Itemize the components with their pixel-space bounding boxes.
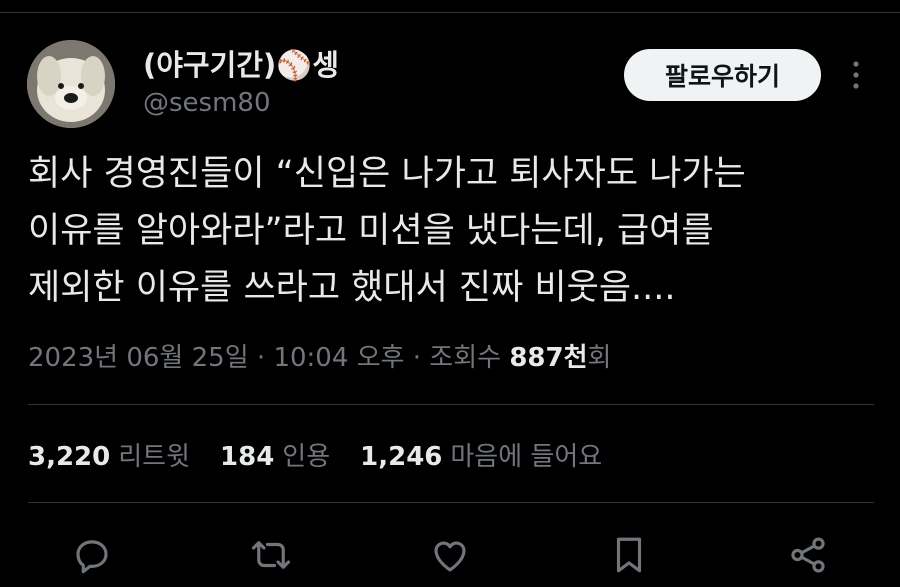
retweet-count: 3,220 [28,442,111,472]
views-count[interactable]: 887천 [509,343,587,373]
divider [28,502,874,503]
follow-button[interactable]: 팔로우하기 [624,49,821,101]
quote-label: 인용 [282,442,331,472]
like-label: 마음에 들어요 [450,442,603,472]
like-stat[interactable]: 1,246 마음에 들어요 [360,436,602,473]
user-name-row[interactable]: (야구기간)⚾셍 [143,42,339,84]
views-suffix: 회 [587,343,612,373]
action-bar [0,530,900,580]
tweet-date[interactable]: 2023년 06월 25일 [28,343,249,373]
meta-separator: · [404,343,430,373]
retweet-stat[interactable]: 3,220 리트윗 [28,436,190,473]
heart-icon[interactable] [429,534,471,576]
avatar-image [27,40,115,128]
avatar[interactable] [27,40,115,128]
top-divider [0,12,900,13]
bookmark-icon[interactable] [608,534,650,576]
tweet-line: 이유를 알아와라”라고 미션을 냈다는데, 급여를 [28,211,714,251]
share-icon[interactable] [787,534,829,576]
retweet-label: 리트윗 [118,442,191,472]
quote-count: 184 [220,442,275,472]
retweet-icon[interactable] [250,534,292,576]
tweet-meta: 2023년 06월 25일 · 10:04 오후 · 조회수 887천회 [28,337,611,374]
user-handle[interactable]: @sesm80 [143,88,271,118]
more-options-icon[interactable] [846,58,866,92]
tweet-line: 회사 경영진들이 “신입은 나가고 퇴사자도 나가는 [28,154,746,194]
divider [28,404,874,405]
quote-stat[interactable]: 184 인용 [220,436,330,473]
display-name[interactable]: (야구기간)⚾셍 [143,42,339,84]
reply-icon[interactable] [71,534,113,576]
like-count: 1,246 [360,442,443,472]
meta-separator: · [248,343,274,373]
views-prefix: 조회수 [429,343,510,373]
tweet-text: 회사 경영진들이 “신입은 나가고 퇴사자도 나가는 이유를 알아와라”라고 미… [28,146,878,317]
tweet-time[interactable]: 10:04 오후 [273,343,404,373]
tweet-stats: 3,220 리트윗 184 인용 1,246 마음에 들어요 [28,436,632,473]
tweet-line: 제외한 이유를 쓰라고 했대서 진짜 비웃음.... [28,268,676,308]
